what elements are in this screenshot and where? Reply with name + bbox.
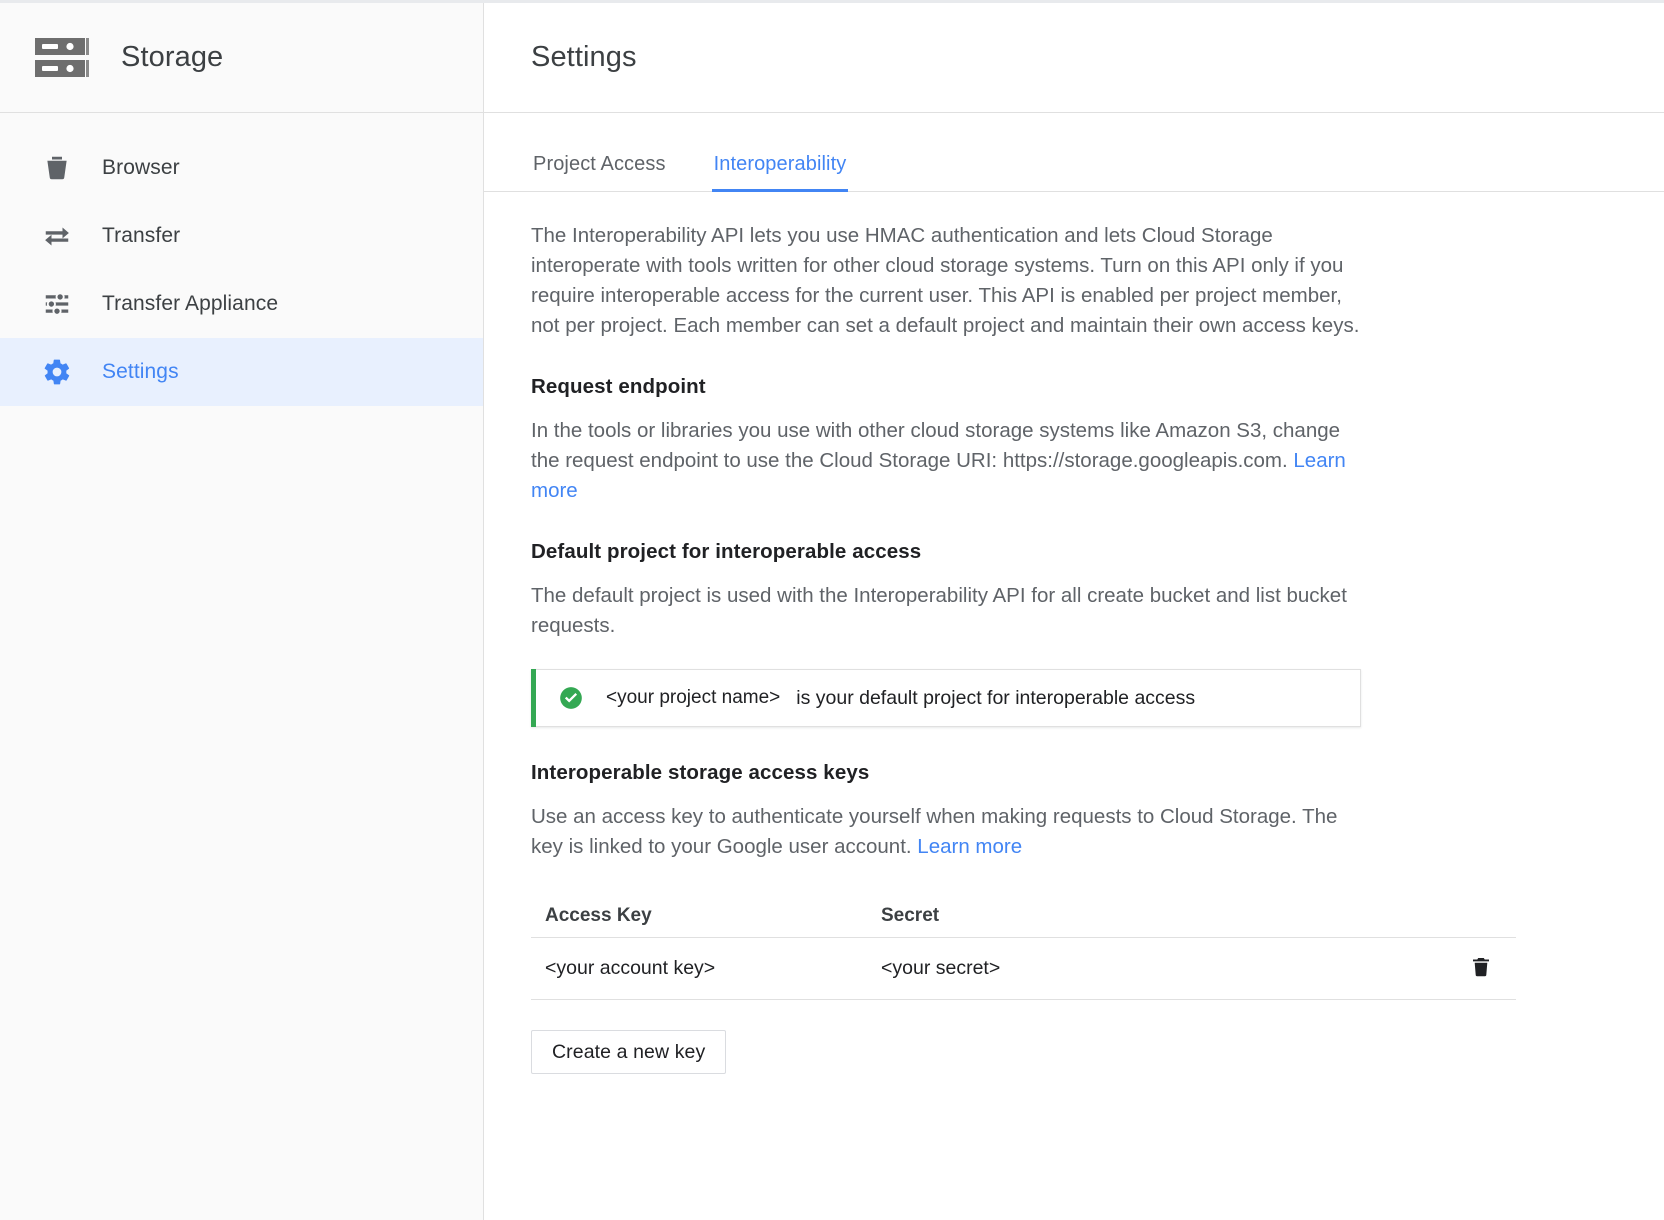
tab-interoperability[interactable]: Interoperability — [712, 153, 849, 191]
sidebar-nav: Browser Transfer — [0, 113, 483, 406]
page-title: Settings — [531, 41, 637, 74]
sidebar-item-label: Transfer — [102, 224, 180, 248]
default-project-heading: Default project for interoperable access — [531, 540, 1617, 564]
trash-icon — [1469, 955, 1493, 982]
sidebar-item-label: Transfer Appliance — [102, 292, 278, 316]
gear-icon — [40, 355, 74, 389]
notice-accent-bar — [531, 669, 536, 727]
sidebar: Storage Browser Tr — [0, 3, 484, 1220]
settings-content: The Interoperability API lets you use HM… — [484, 192, 1664, 1074]
delete-key-button[interactable] — [1466, 954, 1496, 984]
sidebar-item-label: Settings — [102, 360, 179, 384]
notice-project-name: <your project name> — [606, 687, 780, 709]
column-header-access-key: Access Key — [531, 905, 871, 927]
default-project-body: The default project is used with the Int… — [531, 581, 1371, 641]
sidebar-item-settings[interactable]: Settings — [0, 338, 483, 406]
request-endpoint-heading: Request endpoint — [531, 375, 1617, 399]
tab-bar: Project Access Interoperability — [484, 113, 1664, 192]
table-header-row: Access Key Secret — [531, 892, 1516, 938]
request-endpoint-body: In the tools or libraries you use with o… — [531, 416, 1371, 506]
cell-secret: <your secret> — [871, 957, 1446, 980]
access-keys-heading: Interoperable storage access keys — [531, 761, 1617, 785]
sidebar-item-transfer[interactable]: Transfer — [0, 202, 483, 270]
sidebar-item-label: Browser — [102, 156, 180, 180]
main-panel: Settings Project Access Interoperability… — [484, 3, 1664, 1220]
sidebar-item-transfer-appliance[interactable]: Transfer Appliance — [0, 270, 483, 338]
tab-project-access[interactable]: Project Access — [531, 153, 668, 191]
access-keys-learn-more-link[interactable]: Learn more — [917, 835, 1022, 858]
create-new-key-button[interactable]: Create a new key — [531, 1030, 726, 1074]
product-title: Storage — [121, 41, 223, 74]
sidebar-item-browser[interactable]: Browser — [0, 134, 483, 202]
access-keys-table: Access Key Secret <your account key> <yo… — [531, 892, 1516, 1000]
cell-actions — [1446, 954, 1516, 984]
storage-uri-text: https://storage.googleapis.com. — [1003, 449, 1288, 472]
list-settings-icon — [40, 287, 74, 321]
sidebar-header: Storage — [0, 3, 483, 113]
check-circle-icon — [558, 685, 584, 711]
main-header: Settings — [484, 3, 1664, 113]
transfer-arrows-icon — [40, 219, 74, 253]
notice-message: is your default project for interoperabl… — [796, 687, 1195, 710]
cell-access-key: <your account key> — [531, 957, 871, 980]
default-project-notice: <your project name> is your default proj… — [531, 669, 1361, 727]
app-root: Storage Browser Tr — [0, 0, 1664, 1220]
interoperability-intro-text: The Interoperability API lets you use HM… — [531, 221, 1363, 341]
storage-icon — [31, 27, 93, 89]
column-header-secret: Secret — [871, 905, 1446, 927]
access-keys-body: Use an access key to authenticate yourse… — [531, 802, 1371, 862]
bucket-icon — [40, 151, 74, 185]
table-row: <your account key> <your secret> — [531, 938, 1516, 1000]
